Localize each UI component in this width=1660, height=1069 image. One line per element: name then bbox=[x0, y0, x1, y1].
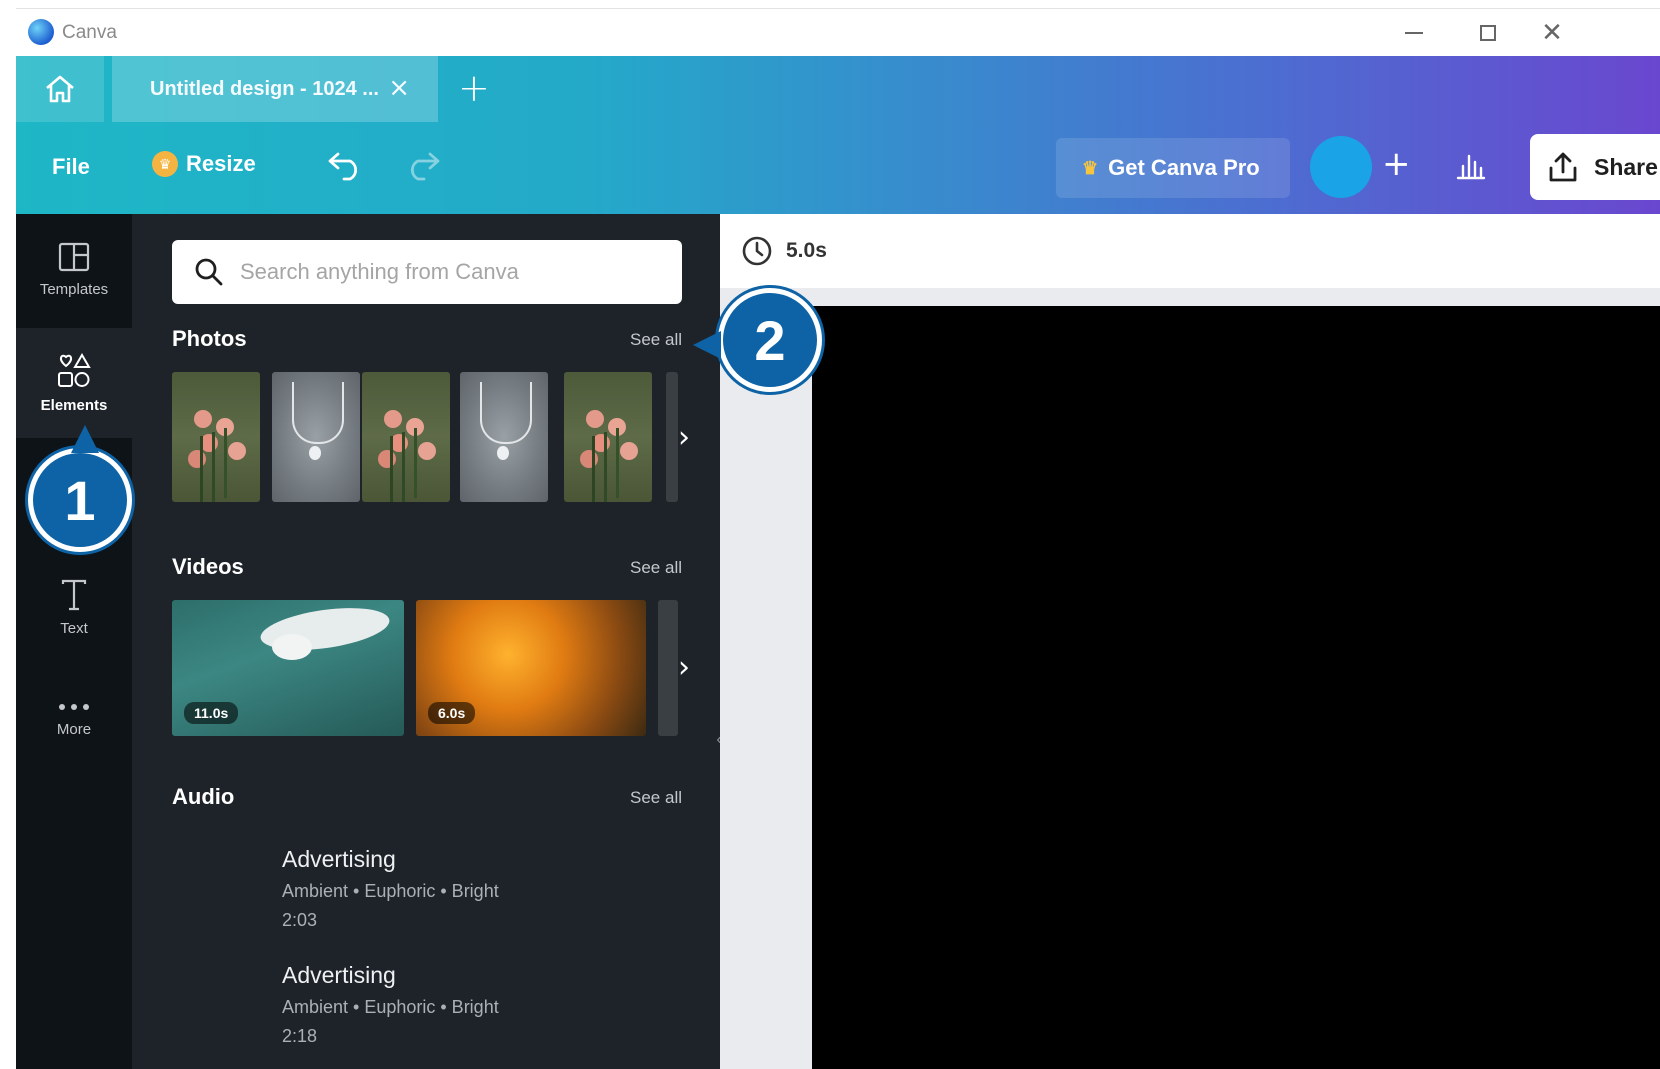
tab-close-icon[interactable]: × bbox=[388, 73, 410, 103]
photo-thumbnail[interactable] bbox=[564, 372, 652, 502]
new-tab-button[interactable]: + bbox=[458, 66, 490, 110]
tab-untitled-design[interactable]: Untitled design - 1024 ... × bbox=[112, 56, 438, 122]
rail-item-text[interactable]: Text bbox=[16, 552, 132, 662]
callout-pointer bbox=[693, 331, 721, 359]
editor-header: Untitled design - 1024 ... × + File ♛ Re… bbox=[16, 56, 1660, 214]
design-canvas[interactable] bbox=[812, 306, 1660, 1069]
audio-duration: 2:03 bbox=[282, 910, 318, 930]
audio-title: Advertising bbox=[282, 846, 396, 872]
close-window-button[interactable]: ✕ bbox=[1530, 17, 1574, 49]
callout-pointer bbox=[71, 425, 99, 453]
share-upload-icon bbox=[1549, 152, 1577, 182]
home-icon bbox=[46, 75, 74, 103]
callout-number: 1 bbox=[64, 468, 96, 532]
canva-logo-icon bbox=[28, 19, 54, 45]
get-canva-pro-button[interactable]: ♛ Get Canva Pro bbox=[1056, 138, 1290, 198]
share-label: Share bbox=[1594, 153, 1658, 180]
share-button[interactable]: Share bbox=[1530, 134, 1660, 200]
editor-toolbar: File ♛ Resize ♛ Get Canva Pro + Share bbox=[16, 122, 1660, 214]
video-thumbnail[interactable] bbox=[658, 600, 678, 736]
page-duration-bar[interactable]: 5.0s bbox=[720, 214, 1660, 288]
templates-icon bbox=[58, 242, 90, 271]
file-menu-button[interactable]: File bbox=[52, 154, 90, 180]
video-thumbnail[interactable]: 6.0s bbox=[416, 600, 646, 736]
audio-title: Advertising bbox=[282, 962, 396, 988]
page-duration: 5.0s bbox=[786, 239, 827, 262]
search-icon bbox=[195, 258, 223, 286]
left-rail: Templates Elements Text More bbox=[16, 214, 132, 1069]
get-canva-pro-label: Get Canva Pro bbox=[1108, 155, 1260, 180]
audio-list-item[interactable]: Advertising Ambient • Euphoric • Bright … bbox=[282, 846, 499, 931]
search-box[interactable] bbox=[172, 240, 682, 304]
rail-item-label: More bbox=[56, 720, 92, 738]
more-icon bbox=[59, 703, 89, 710]
photo-thumbnail[interactable] bbox=[272, 372, 360, 502]
elements-icon bbox=[58, 352, 91, 387]
rail-item-label: Templates bbox=[39, 280, 109, 298]
chevron-right-icon[interactable]: › bbox=[678, 420, 690, 455]
search-input[interactable] bbox=[240, 259, 660, 285]
callout-marker-2: 2 bbox=[693, 288, 822, 392]
insights-button[interactable] bbox=[1454, 148, 1488, 187]
redo-icon bbox=[411, 152, 440, 181]
rail-item-more[interactable]: More bbox=[16, 664, 132, 774]
video-duration-badge: 6.0s bbox=[428, 702, 476, 724]
audio-tags: Ambient • Euphoric • Bright bbox=[282, 997, 499, 1017]
maximize-button[interactable] bbox=[1466, 17, 1510, 49]
app-name: Canva bbox=[62, 22, 117, 43]
audio-list-item[interactable]: Advertising Ambient • Euphoric • Bright … bbox=[282, 962, 499, 1047]
elements-panel: Photos See all › Videos See all 11.0s 6.… bbox=[132, 214, 720, 1069]
canva-window: Canva ✕ Untitled design - 1024 ... × + F… bbox=[0, 0, 1660, 1069]
redo-button[interactable] bbox=[402, 146, 442, 187]
canvas-workspace: 5.0s bbox=[720, 214, 1660, 1069]
video-duration-badge: 11.0s bbox=[184, 702, 239, 724]
photo-thumbnail[interactable] bbox=[172, 372, 260, 502]
photos-section-title: Photos bbox=[172, 326, 247, 351]
audio-tags: Ambient • Euphoric • Bright bbox=[282, 881, 499, 901]
audio-duration: 2:18 bbox=[282, 1026, 318, 1046]
undo-button[interactable] bbox=[326, 146, 366, 187]
photos-see-all-link[interactable]: See all bbox=[630, 330, 682, 350]
callout-number: 2 bbox=[754, 308, 786, 372]
minimize-button[interactable] bbox=[1392, 17, 1436, 49]
rail-item-label: Elements bbox=[40, 396, 108, 414]
rail-item-templates[interactable]: Templates bbox=[16, 214, 132, 324]
resize-label: Resize bbox=[186, 151, 256, 176]
rail-item-label: Text bbox=[60, 619, 88, 637]
tab-title: Untitled design - 1024 ... bbox=[150, 77, 379, 100]
chevron-right-icon[interactable]: › bbox=[678, 650, 690, 685]
clock-icon bbox=[742, 236, 772, 266]
undo-icon bbox=[328, 152, 357, 181]
text-icon bbox=[61, 579, 87, 610]
invite-add-button[interactable]: + bbox=[1382, 144, 1411, 184]
audio-section-title: Audio bbox=[172, 784, 235, 809]
videos-section-title: Videos bbox=[172, 554, 244, 579]
callout-marker-1: 1 bbox=[28, 425, 132, 552]
home-button[interactable] bbox=[16, 56, 104, 122]
close-icon: ✕ bbox=[1541, 18, 1563, 48]
bar-chart-icon bbox=[1456, 154, 1486, 180]
videos-see-all-link[interactable]: See all bbox=[630, 558, 682, 578]
maximize-icon bbox=[1480, 25, 1496, 41]
tab-bar: Untitled design - 1024 ... × + bbox=[16, 56, 1660, 122]
photo-thumbnail[interactable] bbox=[666, 372, 678, 502]
video-thumbnail[interactable]: 11.0s bbox=[172, 600, 404, 736]
photo-thumbnail[interactable] bbox=[460, 372, 548, 502]
resize-button[interactable]: ♛ Resize bbox=[152, 151, 256, 177]
minimize-icon bbox=[1405, 32, 1423, 34]
crown-icon: ♛ bbox=[152, 151, 178, 177]
rail-item-elements[interactable]: Elements bbox=[16, 328, 132, 438]
user-avatar[interactable] bbox=[1310, 136, 1372, 198]
window-titlebar: Canva ✕ bbox=[16, 8, 1660, 56]
photo-thumbnail[interactable] bbox=[362, 372, 450, 502]
audio-see-all-link[interactable]: See all bbox=[630, 788, 682, 808]
crown-icon: ♛ bbox=[1082, 157, 1099, 178]
